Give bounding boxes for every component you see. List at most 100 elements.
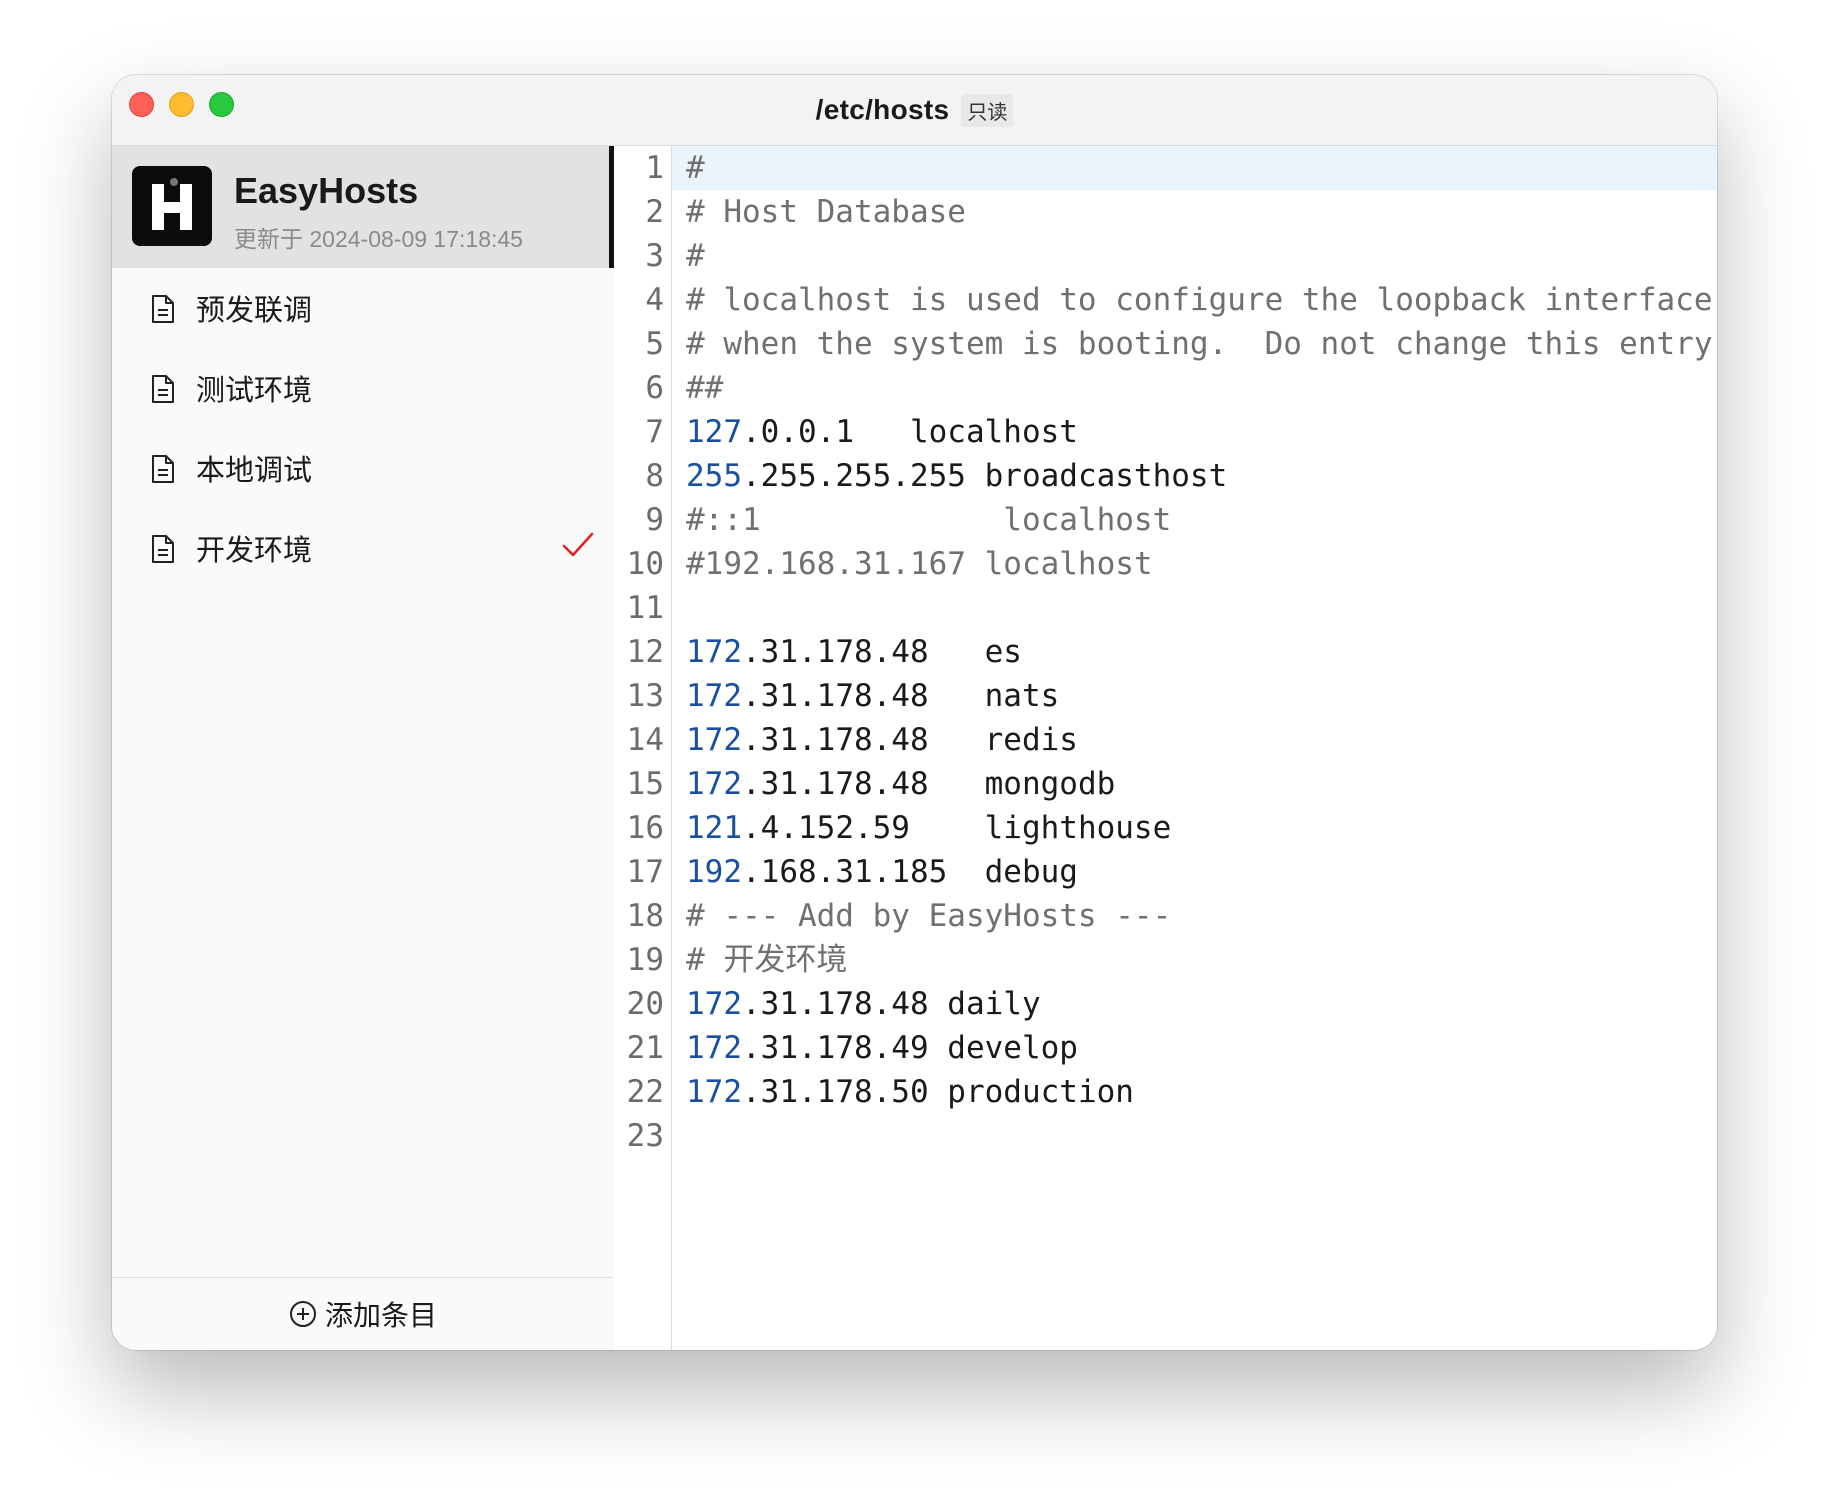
line-number: 5	[645, 326, 664, 362]
window-title: /etc/hosts	[815, 94, 950, 125]
line-text: 172.31.178.48 redis	[686, 718, 1078, 762]
line-number: 12	[626, 634, 664, 670]
ip-first-octet: 192	[686, 854, 742, 890]
line-text: # localhost is used to configure the loo…	[686, 282, 1713, 318]
checkmark-icon	[562, 532, 594, 557]
readonly-badge: 只读	[961, 93, 1014, 127]
line-text: 121.4.152.59 lighthouse	[686, 806, 1171, 850]
host-entry-rest: .0.0.1 localhost	[742, 414, 1078, 450]
code-line[interactable]: 5 # when the system is booting. Do not ch…	[614, 322, 1717, 366]
line-number: 8	[645, 458, 664, 494]
line-number: 7	[645, 414, 664, 450]
title-group: /etc/hosts 只读	[112, 75, 1717, 145]
env-item[interactable]: 本地调试	[112, 428, 614, 508]
line-number: 6	[645, 370, 664, 406]
ip-first-octet: 172	[686, 986, 742, 1022]
line-text: 172.31.178.48 daily	[686, 982, 1041, 1026]
ip-first-octet: 172	[686, 722, 742, 758]
env-label: 预发联调	[196, 295, 313, 327]
code-line[interactable]: 23	[614, 1114, 1717, 1158]
env-label: 开发环境	[196, 535, 313, 567]
line-text: 255.255.255.255 broadcasthost	[686, 454, 1227, 498]
ip-first-octet: 172	[686, 1074, 742, 1110]
line-number: 20	[626, 986, 664, 1022]
env-item-active[interactable]: 开发环境	[112, 508, 614, 588]
line-number: 18	[626, 898, 664, 934]
code-line[interactable]: 2 # Host Database	[614, 190, 1717, 234]
document-icon	[152, 455, 174, 483]
code-line[interactable]: 22 172.31.178.50 production	[614, 1070, 1717, 1114]
line-text: 192.168.31.185 debug	[686, 850, 1078, 894]
last-updated-text: 更新于 2024-08-09 17:18:45	[234, 226, 523, 252]
app-name: EasyHosts	[234, 170, 419, 211]
line-number: 11	[626, 590, 664, 626]
line-number: 21	[626, 1030, 664, 1066]
title-bar: /etc/hosts 只读	[112, 75, 1717, 146]
host-entry-rest: .4.152.59 lighthouse	[742, 810, 1172, 846]
code-line[interactable]: 7 127.0.0.1 localhost	[614, 410, 1717, 454]
line-number: 17	[626, 854, 664, 890]
code-line[interactable]: 10 #192.168.31.167 localhost	[614, 542, 1717, 586]
code-line[interactable]: 8 255.255.255.255 broadcasthost	[614, 454, 1717, 498]
line-number: 4	[645, 282, 664, 318]
line-text: 172.31.178.48 nats	[686, 674, 1059, 718]
code-line[interactable]: 9 #::1 localhost	[614, 498, 1717, 542]
line-number: 22	[626, 1074, 664, 1110]
line-text: 127.0.0.1 localhost	[686, 410, 1078, 454]
line-text: #::1 localhost	[686, 502, 1172, 538]
line-text: #	[686, 150, 705, 186]
add-entry-label: 添加条目	[324, 1300, 437, 1331]
line-text: 172.31.178.50 production	[686, 1070, 1134, 1114]
system-hosts-entry[interactable]: EasyHosts 更新于 2024-08-09 17:18:45	[112, 146, 615, 268]
code-line[interactable]: 4 # localhost is used to configure the lo…	[614, 278, 1717, 322]
ip-first-octet: 121	[686, 810, 742, 846]
code-line[interactable]: 19 # 开发环境	[614, 938, 1717, 982]
code-line[interactable]: 6 ##	[614, 366, 1717, 410]
line-number: 14	[626, 722, 664, 758]
sidebar: EasyHosts 更新于 2024-08-09 17:18:45 预发联调 测…	[112, 146, 615, 1350]
host-entry-rest: .31.178.48 redis	[742, 722, 1078, 758]
plus-circle-icon	[289, 1301, 316, 1327]
code-line[interactable]: 20 172.31.178.48 daily	[614, 982, 1717, 1026]
app-window: /etc/hosts 只读 EasyHosts 更新于 2024-08-09 1…	[112, 75, 1717, 1350]
code-line[interactable]: 12 172.31.178.48 es	[614, 630, 1717, 674]
code-line[interactable]: 1 #	[614, 146, 1717, 190]
ip-first-octet: 172	[686, 634, 742, 670]
host-entry-rest: .31.178.49 develop	[742, 1030, 1078, 1066]
code-line[interactable]: 3 #	[614, 234, 1717, 278]
env-item[interactable]: 测试环境	[112, 348, 614, 428]
code-line[interactable]: 17 192.168.31.185 debug	[614, 850, 1717, 894]
code-line[interactable]: 16 121.4.152.59 lighthouse	[614, 806, 1717, 850]
line-text: #	[686, 238, 705, 274]
line-text: # 开发环境	[686, 942, 848, 978]
line-number: 1	[645, 150, 664, 186]
env-item[interactable]: 预发联调	[112, 268, 614, 348]
line-number: 9	[645, 502, 664, 538]
code-line[interactable]: 21 172.31.178.49 develop	[614, 1026, 1717, 1070]
host-entry-rest: .31.178.48 es	[742, 634, 1022, 670]
host-entry-rest: .168.31.185 debug	[742, 854, 1078, 890]
code-line[interactable]: 14 172.31.178.48 redis	[614, 718, 1717, 762]
code-line[interactable]: 13 172.31.178.48 nats	[614, 674, 1717, 718]
code-line[interactable]: 18 # --- Add by EasyHosts ---	[614, 894, 1717, 938]
code-line[interactable]: 15 172.31.178.48 mongodb	[614, 762, 1717, 806]
add-entry-button[interactable]: 添加条目	[112, 1277, 614, 1350]
host-entry-rest: .31.178.48 mongodb	[742, 766, 1116, 802]
line-text: ##	[686, 370, 724, 406]
document-icon	[152, 535, 174, 563]
host-entry-rest: .31.178.48 nats	[742, 678, 1060, 714]
line-text: #192.168.31.167 localhost	[686, 546, 1153, 582]
line-text: 172.31.178.48 es	[686, 630, 1022, 674]
host-entry-rest: .255.255.255 broadcasthost	[742, 458, 1228, 494]
line-text: 172.31.178.48 mongodb	[686, 762, 1115, 806]
hosts-editor[interactable]: 1 #2 # Host Database 3 #4 # localhost is used…	[614, 146, 1717, 1350]
line-text: # when the system is booting. Do not cha…	[686, 326, 1717, 362]
code-line[interactable]: 11	[614, 586, 1717, 630]
ip-first-octet: 172	[686, 766, 742, 802]
line-number: 13	[626, 678, 664, 714]
ip-first-octet: 172	[686, 678, 742, 714]
document-icon	[152, 295, 174, 323]
environment-list: 预发联调 测试环境 本地调试 开发环境	[112, 268, 614, 588]
h-logo-icon	[132, 166, 212, 246]
env-label: 本地调试	[196, 455, 313, 487]
